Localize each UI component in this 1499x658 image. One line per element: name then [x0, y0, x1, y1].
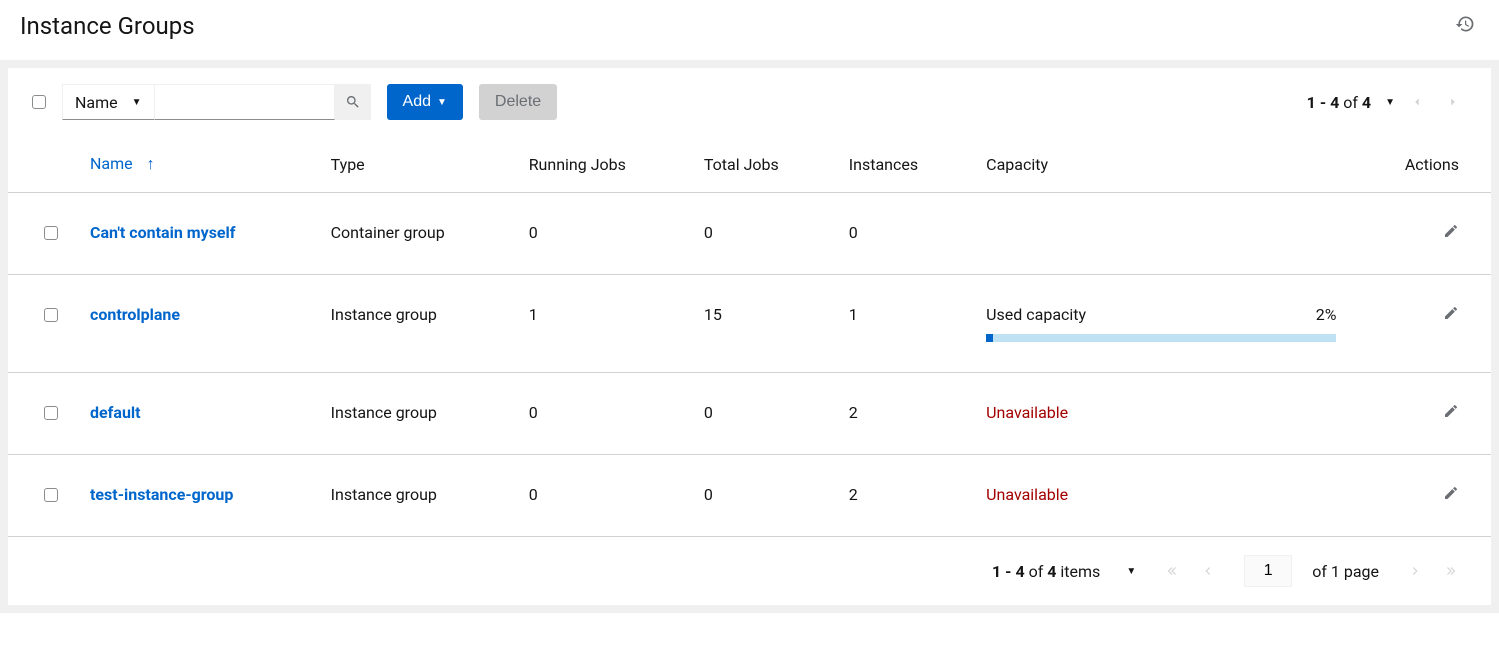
delete-button-label: Delete	[495, 93, 541, 111]
total-jobs-cell: 0	[688, 193, 833, 275]
column-header-capacity: Capacity	[970, 136, 1352, 193]
instances-cell: 2	[833, 373, 970, 455]
add-button[interactable]: Add ▼	[387, 84, 463, 120]
instance-group-link[interactable]: default	[90, 403, 141, 422]
next-page-button[interactable]	[1439, 88, 1467, 116]
history-icon[interactable]	[1455, 14, 1479, 38]
page-number-input[interactable]	[1244, 555, 1292, 587]
table-row: Can't contain myself Container group 0 0…	[8, 193, 1491, 275]
capacity-cell: Unavailable	[970, 455, 1352, 537]
caret-down-icon[interactable]: ▼	[1126, 566, 1136, 577]
column-header-total-jobs: Total Jobs	[688, 136, 833, 193]
add-button-label: Add	[403, 93, 431, 111]
search-icon	[345, 94, 361, 110]
row-checkbox[interactable]	[44, 406, 58, 420]
select-all-checkbox[interactable]	[32, 95, 46, 109]
table-row: controlplane Instance group 1 15 1 Used …	[8, 275, 1491, 373]
footer-page-text: of 1 page	[1312, 562, 1379, 581]
search-button[interactable]	[335, 84, 371, 120]
chevron-left-icon	[1410, 95, 1424, 109]
column-header-instances: Instances	[833, 136, 970, 193]
edit-icon[interactable]	[1443, 403, 1459, 419]
type-cell: Instance group	[315, 455, 513, 537]
delete-button: Delete	[479, 84, 557, 120]
table-row: test-instance-group Instance group 0 0 2…	[8, 455, 1491, 537]
sort-asc-icon: ↑	[147, 154, 155, 173]
row-checkbox[interactable]	[44, 226, 58, 240]
type-cell: Instance group	[315, 275, 513, 373]
caret-down-icon: ▼	[132, 97, 142, 108]
capacity-cell	[970, 193, 1352, 275]
filter-input[interactable]	[155, 84, 335, 120]
prev-page-button[interactable]	[1192, 555, 1224, 587]
instances-cell: 1	[833, 275, 970, 373]
top-pagination-text: 1 - 4 of 4	[1307, 93, 1371, 112]
column-header-name[interactable]: Name ↑	[74, 136, 315, 193]
running-jobs-cell: 0	[513, 455, 688, 537]
instance-group-link[interactable]: test-instance-group	[90, 485, 233, 504]
capacity-unavailable: Unavailable	[986, 485, 1068, 504]
chevron-double-right-icon	[1444, 564, 1458, 578]
capacity-progress-bar	[986, 334, 1336, 342]
instance-groups-table: Name ↑ Type Running Jobs Total Jobs Inst…	[8, 136, 1491, 537]
last-page-button[interactable]	[1435, 555, 1467, 587]
edit-icon[interactable]	[1443, 485, 1459, 501]
table-row: default Instance group 0 0 2 Unavailable	[8, 373, 1491, 455]
capacity-cell: Unavailable	[970, 373, 1352, 455]
instance-group-link[interactable]: Can't contain myself	[90, 223, 236, 242]
caret-down-icon[interactable]: ▼	[1385, 97, 1395, 108]
row-checkbox[interactable]	[44, 488, 58, 502]
total-jobs-cell: 15	[688, 275, 833, 373]
edit-icon[interactable]	[1443, 305, 1459, 321]
page-title: Instance Groups	[20, 12, 195, 40]
total-jobs-cell: 0	[688, 373, 833, 455]
chevron-right-icon	[1446, 95, 1460, 109]
total-jobs-cell: 0	[688, 455, 833, 537]
instances-cell: 2	[833, 455, 970, 537]
next-page-button[interactable]	[1399, 555, 1431, 587]
running-jobs-cell: 1	[513, 275, 688, 373]
filter-field-dropdown[interactable]: Name ▼	[62, 84, 155, 120]
running-jobs-cell: 0	[513, 373, 688, 455]
caret-down-icon: ▼	[437, 97, 447, 108]
capacity-unavailable: Unavailable	[986, 403, 1068, 422]
capacity-label: Used capacity	[986, 305, 1086, 324]
prev-page-button[interactable]	[1403, 88, 1431, 116]
type-cell: Container group	[315, 193, 513, 275]
column-header-actions: Actions	[1352, 136, 1491, 193]
filter-field-label: Name	[75, 93, 118, 112]
edit-icon[interactable]	[1443, 223, 1459, 239]
column-header-type: Type	[315, 136, 513, 193]
first-page-button[interactable]	[1156, 555, 1188, 587]
running-jobs-cell: 0	[513, 193, 688, 275]
instances-cell: 0	[833, 193, 970, 275]
instance-group-link[interactable]: controlplane	[90, 305, 180, 324]
footer-items-text: 1 - 4 of 4 items	[992, 562, 1100, 581]
type-cell: Instance group	[315, 373, 513, 455]
chevron-double-left-icon	[1165, 564, 1179, 578]
chevron-right-icon	[1408, 564, 1422, 578]
row-checkbox[interactable]	[44, 308, 58, 322]
chevron-left-icon	[1201, 564, 1215, 578]
column-header-running-jobs: Running Jobs	[513, 136, 688, 193]
capacity-percent: 2%	[1316, 305, 1337, 324]
capacity-cell: Used capacity 2%	[970, 275, 1352, 373]
